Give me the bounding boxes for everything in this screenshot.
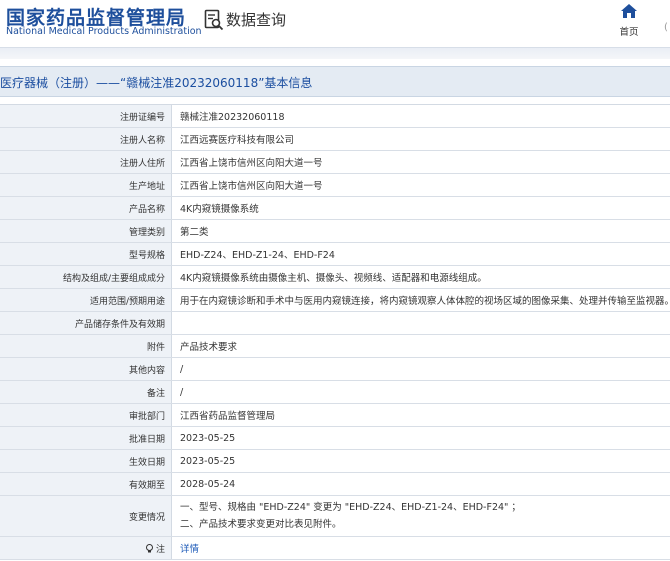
table-row: 批准日期 2023-05-25 [0, 427, 670, 450]
site-header: 国家药品监督管理局 National Medical Products Admi… [0, 0, 670, 44]
field-value: 2028-05-24 [180, 478, 236, 490]
field-label: 管理类别 [0, 220, 172, 242]
table-row: 注册证编号 赣械注准20232060118 [0, 105, 670, 128]
field-label: 注册人名称 [0, 128, 172, 150]
field-label: 生效日期 [0, 450, 172, 472]
change-value: 一、型号、规格由 "EHD-Z24" 变更为 "EHD-Z24、EHD-Z1-2… [172, 496, 670, 536]
table-row: 管理类别 第二类 [0, 220, 670, 243]
field-value: 江西远赛医疗科技有限公司 [180, 135, 295, 146]
field-value: 产品技术要求 [180, 342, 238, 353]
change-label: 变更情况 [0, 496, 172, 536]
table-row-note: 注 详情 [0, 537, 670, 560]
field-label: 注册证编号 [0, 105, 172, 127]
detail-title-bar: 医疗器械（注册）——“赣械注准20232060118”基本信息 [0, 66, 670, 97]
home-icon [621, 4, 637, 18]
table-row: 生效日期 2023-05-25 [0, 450, 670, 473]
table-row: 注册人名称 江西远赛医疗科技有限公司 [0, 128, 670, 151]
field-value: / [180, 386, 184, 398]
data-query-icon [204, 9, 224, 31]
field-value: 江西省上饶市信州区向阳大道一号 [180, 181, 323, 192]
details-link[interactable]: 详情 [180, 541, 199, 555]
field-value: 2023-05-25 [180, 432, 236, 444]
field-label: 审批部门 [0, 404, 172, 426]
field-label: 附件 [0, 335, 172, 357]
field-value: 赣械注准20232060118 [180, 112, 285, 123]
table-row: 审批部门 江西省药品监督管理局 [0, 404, 670, 427]
field-label: 有效期至 [0, 473, 172, 495]
change-line-1: 一、型号、规格由 "EHD-Z24" 变更为 "EHD-Z24、EHD-Z1-2… [180, 502, 521, 513]
field-label: 其他内容 [0, 358, 172, 380]
field-label: 批准日期 [0, 427, 172, 449]
table-row: 有效期至 2028-05-24 [0, 473, 670, 496]
field-value: / [180, 363, 184, 375]
table-row: 备注 / [0, 381, 670, 404]
home-label: 首页 [619, 27, 639, 38]
note-label: 注 [155, 544, 165, 555]
field-value: 2023-05-25 [180, 455, 236, 467]
home-link[interactable]: 首页 [614, 4, 644, 38]
field-value: 4K内窥镜摄像系统由摄像主机、摄像头、视频线、适配器和电源线组成。 [180, 273, 487, 284]
field-value: 用于在内窥镜诊断和手术中与医用内窥镜连接，将内窥镜观察人体体腔的视场区域的图像采… [180, 296, 670, 307]
page-title: 医疗器械（注册）——“赣械注准20232060118”基本信息 [0, 76, 313, 90]
note-value: 详情 [172, 537, 670, 559]
table-row: 其他内容 / [0, 358, 670, 381]
field-label: 注册人住所 [0, 151, 172, 173]
table-row: 附件 产品技术要求 [0, 335, 670, 358]
table-row: 产品名称 4K内窥镜摄像系统 [0, 197, 670, 220]
field-label: 产品储存条件及有效期 [0, 312, 172, 334]
org-name-en: National Medical Products Administration [6, 26, 202, 37]
table-row-change: 变更情况 一、型号、规格由 "EHD-Z24" 变更为 "EHD-Z24、EHD-… [0, 496, 670, 537]
field-value: 江西省药品监督管理局 [180, 411, 276, 422]
table-row: 适用范围/预期用途 用于在内窥镜诊断和手术中与医用内窥镜连接，将内窥镜观察人体体腔… [0, 289, 670, 312]
note-label-cell: 注 [0, 537, 172, 559]
field-value [172, 312, 670, 334]
bulb-icon [145, 543, 153, 552]
field-label: 型号规格 [0, 243, 172, 265]
field-label: 备注 [0, 381, 172, 403]
header-divider [0, 47, 670, 59]
field-label: 结构及组成/主要组成成分 [0, 266, 172, 288]
table-row: 型号规格 EHD-Z24、EHD-Z1-24、EHD-F24 [0, 243, 670, 266]
table-row: 注册人住所 江西省上饶市信州区向阳大道一号 [0, 151, 670, 174]
header-right-fragment: ( [664, 22, 668, 33]
change-line-2: 二、产品技术要求变更对比表见附件。 [180, 519, 342, 530]
detail-table: 注册证编号 赣械注准20232060118 注册人名称 江西远赛医疗科技有限公司 注册人… [0, 104, 670, 560]
field-label: 生产地址 [0, 174, 172, 196]
field-value: 4K内窥镜摄像系统 [180, 204, 259, 215]
data-query-title: 数据查询 [226, 11, 287, 29]
field-value: EHD-Z24、EHD-Z1-24、EHD-F24 [180, 250, 335, 261]
table-row: 生产地址 江西省上饶市信州区向阳大道一号 [0, 174, 670, 197]
field-label: 适用范围/预期用途 [0, 289, 172, 311]
table-row: 结构及组成/主要组成成分 4K内窥镜摄像系统由摄像主机、摄像头、视频线、适配器和电… [0, 266, 670, 289]
table-row: 产品储存条件及有效期 [0, 312, 670, 335]
field-label: 产品名称 [0, 197, 172, 219]
field-value: 江西省上饶市信州区向阳大道一号 [180, 158, 323, 169]
field-value: 第二类 [180, 227, 209, 238]
